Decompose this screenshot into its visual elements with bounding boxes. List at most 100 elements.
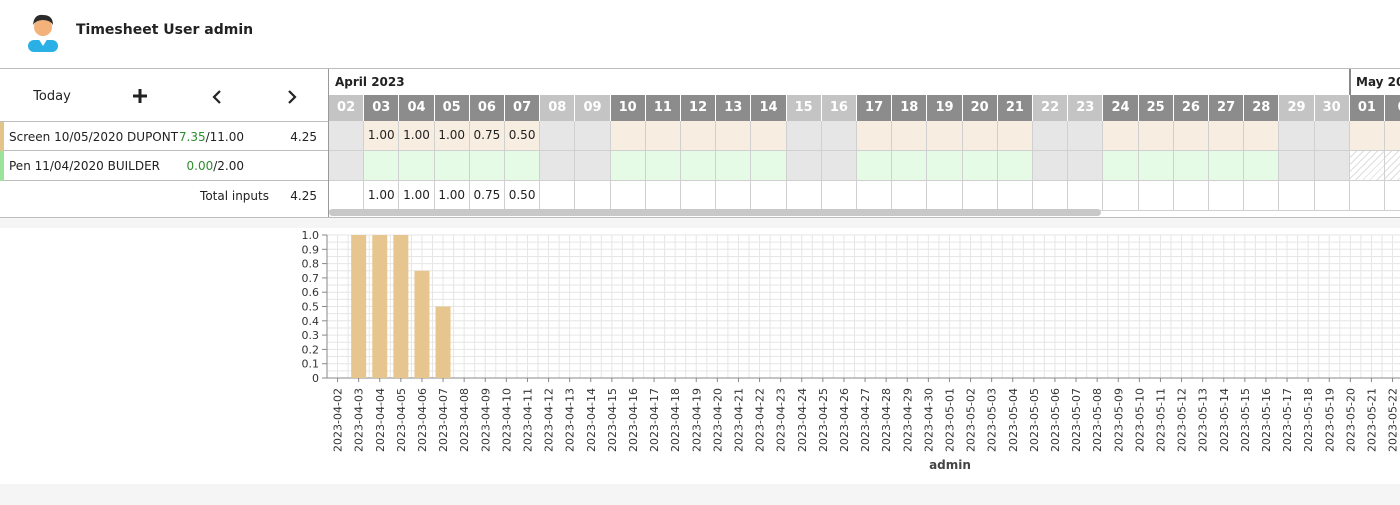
time-entry-cell[interactable] — [329, 121, 365, 151]
time-entry-cell[interactable] — [1103, 151, 1139, 181]
x-tick-label: 2023-04-09 — [479, 388, 492, 452]
time-entry-cell[interactable] — [716, 121, 752, 151]
time-entry-cell[interactable] — [1314, 121, 1350, 151]
day-total-cell — [1349, 181, 1385, 211]
day-header: 17 — [857, 95, 893, 121]
day-header: 19 — [927, 95, 963, 121]
previous-period-button[interactable] — [202, 69, 232, 121]
chevron-right-icon — [288, 89, 297, 104]
time-entry-cell[interactable] — [399, 151, 435, 181]
time-entry-cell[interactable] — [962, 151, 998, 181]
day-total-cell — [1279, 181, 1315, 211]
today-button[interactable]: Today — [22, 71, 82, 123]
time-entry-cell[interactable] — [786, 121, 822, 151]
time-entry-cell[interactable] — [540, 121, 576, 151]
x-tick-label: 2023-04-28 — [880, 388, 893, 452]
time-entry-cell[interactable] — [505, 151, 541, 181]
time-entry-cell[interactable] — [469, 151, 505, 181]
time-entry-cell[interactable] — [821, 121, 857, 151]
day-header: 29 — [1279, 95, 1315, 121]
time-entry-cell[interactable] — [751, 121, 787, 151]
next-period-button[interactable] — [277, 69, 307, 121]
day-header: 15 — [786, 95, 822, 121]
time-entry-cell[interactable] — [962, 121, 998, 151]
time-entry-cell[interactable] — [540, 151, 576, 181]
time-entry-cell[interactable] — [1138, 151, 1174, 181]
x-tick-label: 2023-05-11 — [1154, 388, 1167, 452]
time-entry-cell[interactable] — [1349, 121, 1385, 151]
app-header: Timesheet User admin — [0, 0, 1400, 68]
total-inputs-label: Total inputs — [200, 189, 269, 203]
time-entry-cell[interactable] — [1209, 151, 1245, 181]
time-entry-cell[interactable] — [1279, 121, 1315, 151]
time-entry-cell[interactable] — [997, 151, 1033, 181]
time-entry-cell[interactable] — [1244, 151, 1280, 181]
time-entry-cell[interactable] — [1138, 121, 1174, 151]
chart-bar — [372, 235, 388, 378]
day-header: 11 — [645, 95, 681, 121]
x-tick-label: 2023-05-07 — [1070, 388, 1083, 452]
time-entry-cell[interactable] — [1068, 151, 1104, 181]
day-header: 18 — [892, 95, 928, 121]
time-entry-cell[interactable] — [575, 151, 611, 181]
day-header: 24 — [1103, 95, 1139, 121]
time-entry-cell[interactable]: 0.50 — [505, 121, 541, 151]
time-entry-cell[interactable] — [821, 151, 857, 181]
day-total-cell — [1103, 181, 1139, 211]
time-entry-cell[interactable] — [1385, 151, 1400, 181]
day-total-cell — [1033, 181, 1069, 211]
time-entry-cell[interactable] — [786, 151, 822, 181]
time-entry-cell[interactable]: 0.75 — [469, 121, 505, 151]
day-total-cell — [1138, 181, 1174, 211]
day-total-cell — [962, 181, 998, 211]
timesheet-panel: Today Screen 10/05/2020 DUPONT 7.35/11.0… — [0, 68, 1400, 218]
time-entry-cell[interactable] — [575, 121, 611, 151]
x-tick-label: 2023-05-04 — [1007, 388, 1020, 452]
task-row[interactable]: Pen 11/04/2020 BUILDER 0.00/2.00 — [0, 151, 328, 181]
time-entry-cell[interactable] — [364, 151, 400, 181]
time-entry-cell[interactable] — [610, 121, 646, 151]
time-entry-cell[interactable] — [645, 151, 681, 181]
task-row[interactable]: Screen 10/05/2020 DUPONT 7.35/11.00 4.25 — [0, 121, 328, 152]
time-entry-cell[interactable]: 1.00 — [434, 121, 470, 151]
x-tick-label: 2023-04-02 — [332, 388, 345, 452]
time-entry-cell[interactable] — [927, 151, 963, 181]
time-entry-cell[interactable] — [892, 121, 928, 151]
x-tick-label: 2023-05-17 — [1281, 388, 1294, 452]
time-entry-cell[interactable]: 1.00 — [399, 121, 435, 151]
time-entry-cell[interactable] — [857, 151, 893, 181]
time-entry-cell[interactable] — [1103, 121, 1139, 151]
time-entry-cell[interactable] — [1385, 121, 1400, 151]
time-entry-cell[interactable] — [645, 121, 681, 151]
time-entry-cell[interactable] — [329, 151, 365, 181]
time-entry-cell[interactable] — [1314, 151, 1350, 181]
horizontal-scrollbar[interactable] — [329, 209, 1101, 216]
time-entry-cell[interactable] — [681, 121, 717, 151]
time-entry-cell[interactable] — [892, 151, 928, 181]
time-entry-cell[interactable] — [927, 121, 963, 151]
time-entry-cell[interactable] — [1244, 121, 1280, 151]
time-entry-cell[interactable] — [716, 151, 752, 181]
time-entry-cell[interactable] — [1033, 151, 1069, 181]
day-header: 13 — [716, 95, 752, 121]
time-entry-cell[interactable] — [857, 121, 893, 151]
time-entry-cell[interactable] — [1068, 121, 1104, 151]
day-header: 22 — [1033, 95, 1069, 121]
time-entry-cell[interactable]: 1.00 — [364, 121, 400, 151]
day-total-cell — [786, 181, 822, 211]
time-entry-cell[interactable] — [1173, 151, 1209, 181]
time-entry-cell[interactable] — [1173, 121, 1209, 151]
bar-chart: 00.1 0.20.30.40.5 0.60.70.8 0.91.0 2023-04-0… — [302, 229, 1400, 472]
time-entry-cell[interactable] — [1209, 121, 1245, 151]
time-entry-cell[interactable] — [1033, 121, 1069, 151]
time-entry-cell[interactable] — [610, 151, 646, 181]
time-entry-cell[interactable] — [751, 151, 787, 181]
time-entry-cell[interactable] — [1349, 151, 1385, 181]
time-entry-cell[interactable] — [681, 151, 717, 181]
time-entry-cell[interactable] — [997, 121, 1033, 151]
x-tick-label: 2023-04-03 — [353, 388, 366, 452]
chevron-left-icon — [212, 89, 221, 104]
time-entry-cell[interactable] — [1279, 151, 1315, 181]
add-task-button[interactable] — [125, 69, 155, 121]
time-entry-cell[interactable] — [434, 151, 470, 181]
